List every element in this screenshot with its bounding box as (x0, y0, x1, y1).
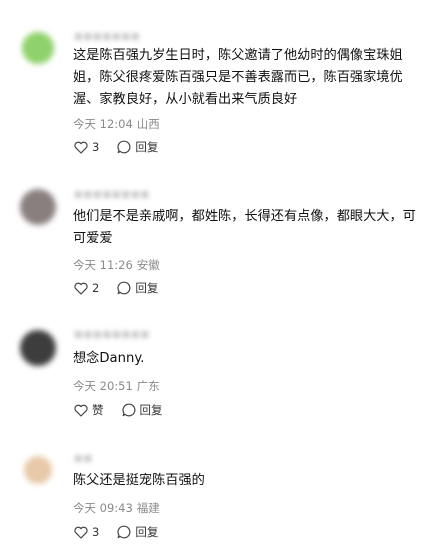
heart-icon (74, 282, 88, 295)
avatar[interactable] (22, 32, 54, 64)
like-count: 3 (92, 525, 100, 539)
comment-location: 福建 (136, 501, 160, 515)
comment-bubble-icon (117, 525, 131, 539)
like-button[interactable]: 3 (74, 525, 99, 539)
comment-actions: 2 回复 (74, 280, 158, 296)
comment-location: 广东 (136, 379, 160, 393)
username-blurred[interactable]: ■■ (74, 454, 93, 464)
comment-bubble-icon (117, 140, 131, 154)
comment-text: 这是陈百强九岁生日时，陈父邀请了他幼时的偶像宝珠姐姐，陈父很疼爱陈百强只是不善表… (73, 48, 403, 107)
reply-label: 回复 (139, 403, 163, 417)
comment-meta: 今天 20:51 广东 (73, 378, 164, 394)
comment-bubble-icon (121, 403, 135, 417)
comment-actions: 赞 回复 (74, 402, 163, 418)
comment-bubble-icon (117, 281, 131, 295)
like-button[interactable]: 2 (74, 281, 99, 295)
comment-text: 想念Danny. (73, 351, 145, 366)
comment-text: 陈父还是挺宠陈百强的 (73, 473, 205, 488)
comment-time: 今天 12:04 (73, 117, 133, 131)
username-blurred[interactable]: ■■■■■■■■ (74, 190, 150, 200)
comment-time: 今天 20:51 (73, 379, 133, 393)
comment-actions: 3 回复 (74, 524, 158, 540)
like-button[interactable]: 赞 (74, 402, 104, 418)
comment-meta: 今天 09:43 福建 (73, 500, 164, 516)
comment-text: 他们是不是亲戚啊，都姓陈，长得还有点像，都眼大大，可可爱爱 (73, 209, 416, 246)
reply-button[interactable]: 回复 (117, 524, 158, 540)
reply-label: 回复 (135, 281, 159, 295)
comment-meta: 今天 12:04 山西 (73, 116, 164, 132)
heart-icon (74, 141, 88, 154)
comment-actions: 3 回复 (74, 139, 158, 155)
like-count: 2 (92, 281, 100, 295)
reply-button[interactable]: 回复 (117, 280, 158, 296)
like-count: 赞 (92, 403, 104, 417)
comment-meta: 今天 11:26 安徽 (73, 257, 164, 273)
avatar[interactable] (20, 189, 56, 225)
reply-label: 回复 (135, 140, 159, 154)
comment-location: 山西 (136, 117, 160, 131)
like-button[interactable]: 3 (74, 140, 99, 154)
avatar[interactable] (20, 330, 56, 366)
heart-icon (74, 404, 88, 417)
avatar[interactable] (24, 456, 52, 484)
username-blurred[interactable]: ■■■■■■■■ (74, 330, 150, 340)
comment-location: 安徽 (136, 258, 160, 272)
comment-time: 今天 11:26 (73, 258, 133, 272)
heart-icon (74, 526, 88, 539)
reply-label: 回复 (135, 525, 159, 539)
reply-button[interactable]: 回复 (121, 402, 163, 418)
comment-time: 今天 09:43 (73, 501, 133, 515)
like-count: 3 (92, 140, 100, 154)
reply-button[interactable]: 回复 (117, 139, 158, 155)
username-blurred[interactable]: ■■■■■■■ (74, 32, 141, 42)
